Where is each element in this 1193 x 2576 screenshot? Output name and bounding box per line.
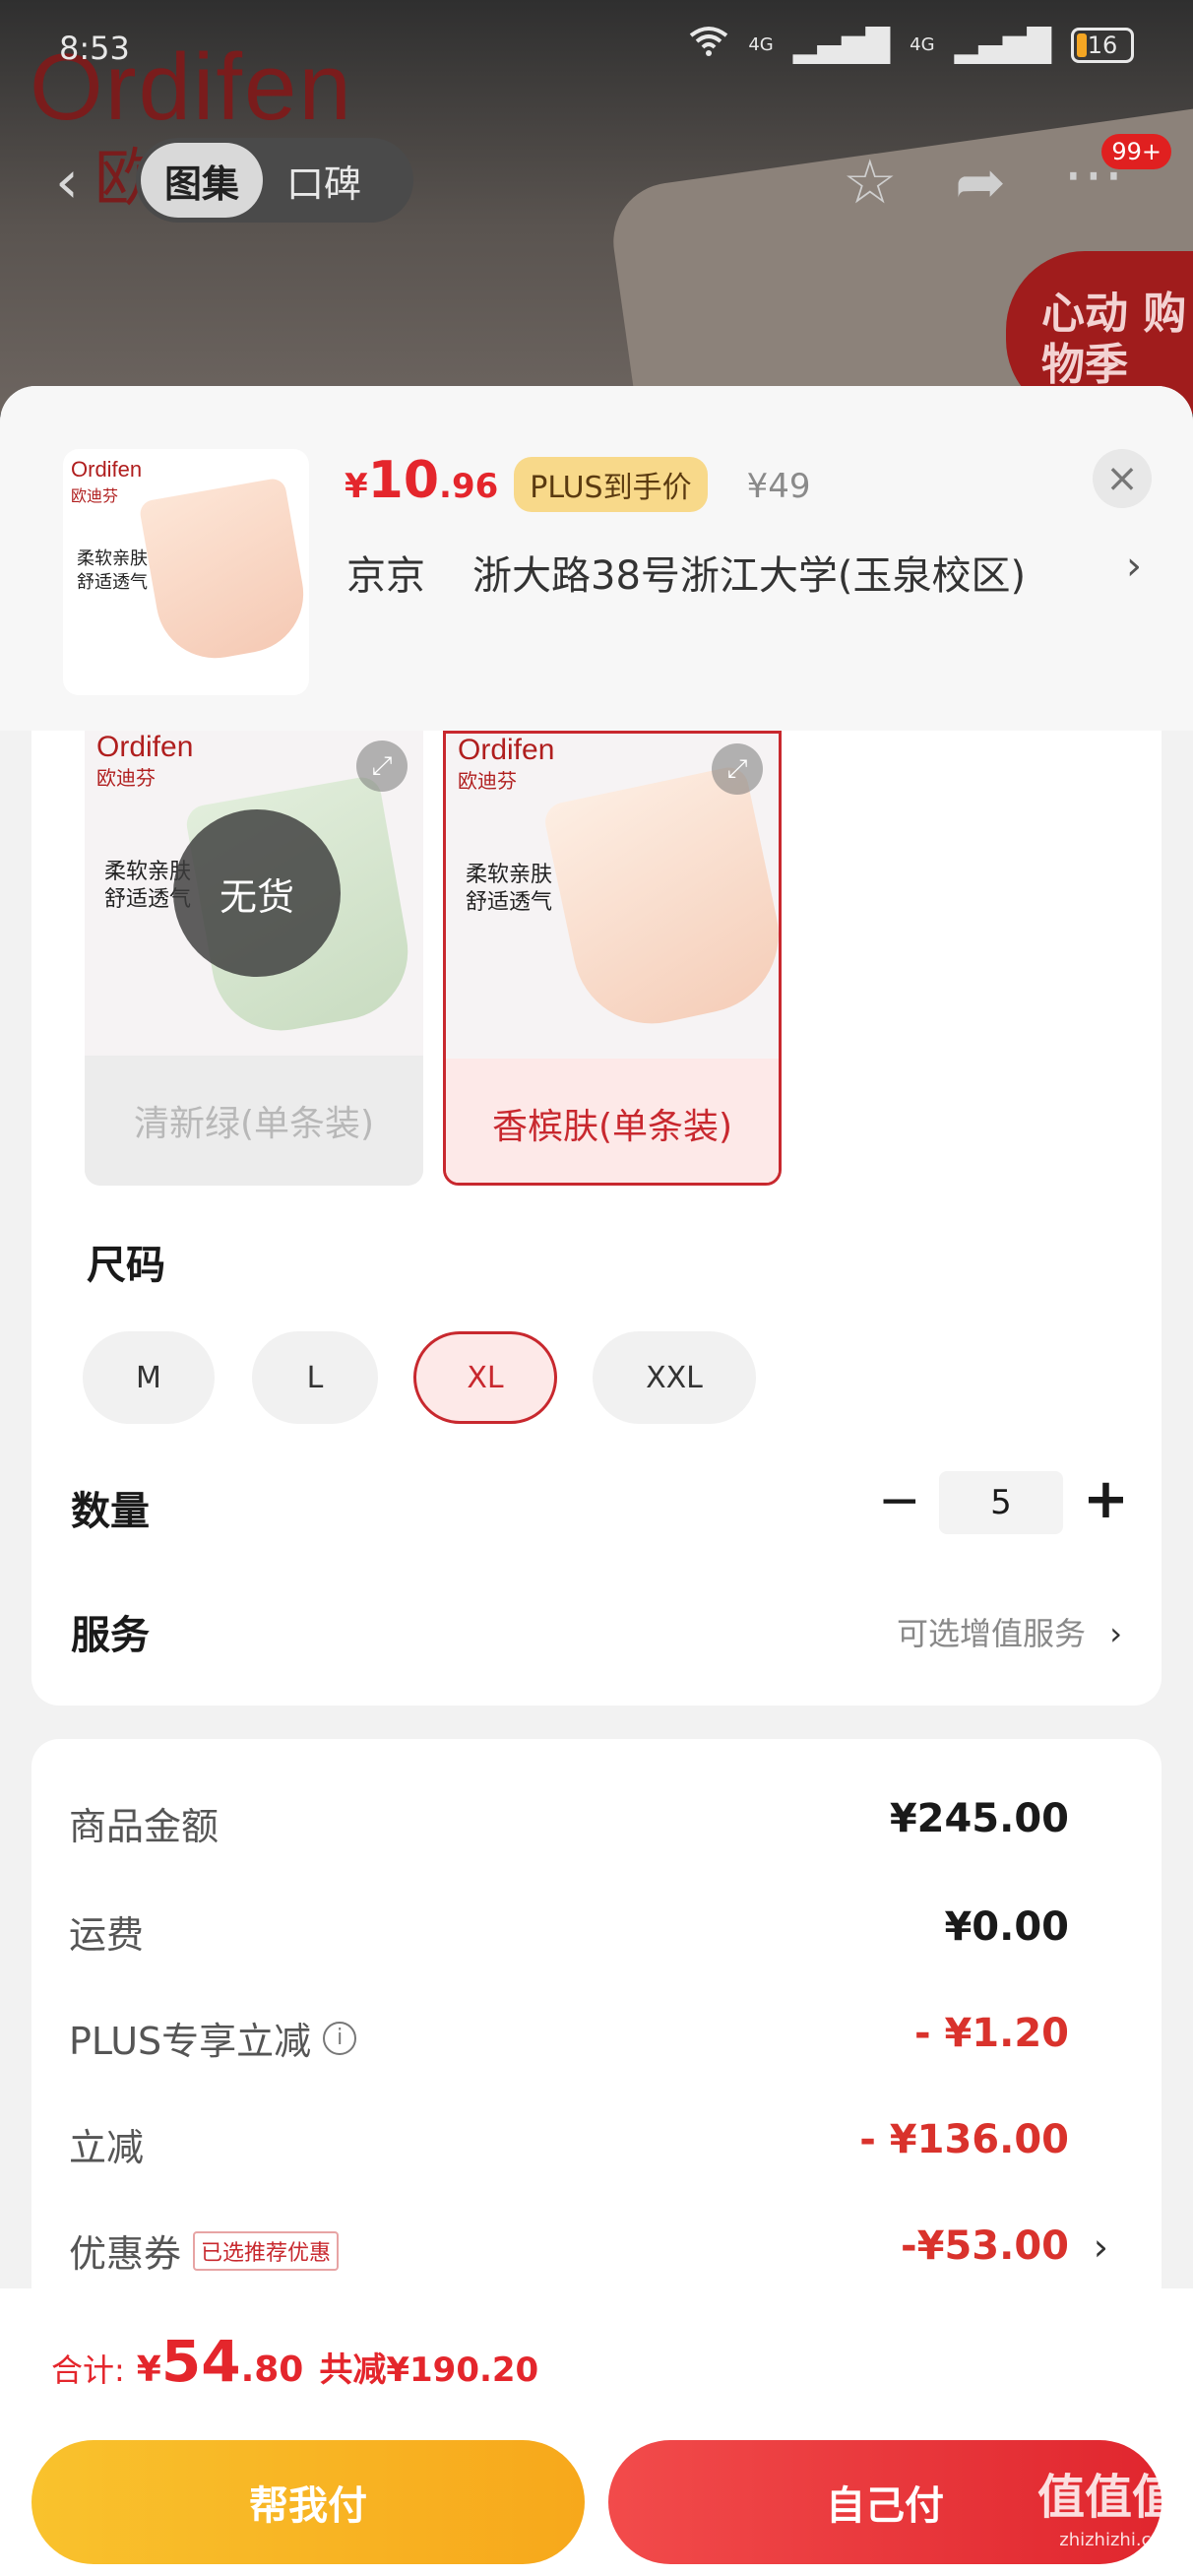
quantity-label: 数量 — [71, 1489, 150, 1534]
info-icon[interactable]: i — [323, 2021, 357, 2055]
original-price: ¥49 — [746, 467, 811, 506]
tile-brand-cn: 欧迪芬 — [96, 766, 156, 790]
price-currency: ¥ — [345, 467, 368, 506]
summary-value: ¥0.00 — [944, 1904, 1069, 1950]
delivery-address[interactable]: 京京 浙大路38号浙江大学(玉泉校区) › — [346, 544, 1142, 601]
color-option-image: Ordifen 欧迪芬 柔软亲肤 舒适透气 ⤢ — [446, 734, 779, 1059]
watermark-main: 值值值 — [1036, 2470, 1179, 2525]
summary-row-instant-discount: 立减 - ¥136.00 — [69, 2117, 1108, 2176]
watermark-logo: 值值值 zhizhizhi.com — [1037, 2474, 1179, 2562]
summary-label: 运费 — [69, 1913, 145, 1957]
quantity-input[interactable]: 5 — [939, 1471, 1063, 1534]
plus-price-tag: PLUS到手价 — [514, 457, 708, 512]
price-row: ¥10.96 PLUS到手价 ¥49 — [345, 451, 811, 512]
summary-row-coupon[interactable]: 优惠券 已选推荐优惠 -¥53.00 › — [69, 2223, 1108, 2283]
total-decimal: .80 — [240, 2350, 304, 2390]
color-option-champagne[interactable]: Ordifen 欧迪芬 柔软亲肤 舒适透气 ⤢ 香槟肤(单条装) — [443, 731, 782, 1186]
top-nav: ‹ 图集 口碑 ☆ ➦ ⋯ 99+ — [0, 134, 1193, 236]
signal-bars-icon: ▂▄▆█ — [792, 27, 891, 64]
size-options: M L XL XXL — [83, 1331, 870, 1424]
summary-label: 优惠券 已选推荐优惠 — [69, 2223, 340, 2278]
color-option-image: Ordifen 欧迪芬 柔软亲肤 舒适透气 ⤢ 无货 — [85, 731, 423, 1056]
tab-gallery[interactable]: 图集 — [141, 143, 264, 218]
color-option-label: 香槟肤(单条装) — [446, 1059, 779, 1183]
back-arrow-icon[interactable]: ‹ — [55, 148, 79, 217]
chevron-right-icon: › — [1093, 2225, 1108, 2269]
star-icon[interactable]: ☆ — [843, 146, 898, 218]
summary-label: PLUS专享立减 i — [69, 2011, 357, 2065]
thumb-product-image — [138, 477, 309, 668]
tile-brand-cn: 欧迪芬 — [458, 769, 517, 793]
thumb-brand-cn: 欧迪芬 — [71, 486, 119, 505]
coupon-tag: 已选推荐优惠 — [193, 2230, 340, 2271]
address-city: 京京 — [346, 553, 425, 599]
size-section-title: 尺码 — [87, 1243, 165, 1288]
summary-row-goods: 商品金额 ¥245.00 — [69, 1796, 1108, 1855]
total-label: 合计: — [51, 2351, 125, 2389]
sold-out-badge: 无货 — [173, 809, 341, 977]
checkout-footer: 合计: ¥ 54 .80 共减¥190.20 帮我付 自己付 值值值 zhizh… — [0, 2288, 1193, 2576]
size-option-l[interactable]: L — [252, 1331, 378, 1424]
share-icon[interactable]: ➦ — [955, 146, 1006, 218]
thumb-copy: 柔软亲肤 舒适透气 — [77, 548, 148, 593]
summary-label: 立减 — [69, 2126, 145, 2169]
tile-brand: Ordifen — [458, 734, 555, 766]
tile-copy: 柔软亲肤 舒适透气 — [466, 863, 553, 915]
close-icon[interactable]: × — [1093, 449, 1152, 508]
watermark-sub: zhizhizhi.com — [1059, 2530, 1179, 2550]
address-text: 浙大路38号浙江大学(玉泉校区) — [472, 553, 1027, 599]
options-card: Ordifen 欧迪芬 柔软亲肤 舒适透气 ⤢ 无货 清新绿(单条装) Ordi… — [31, 731, 1162, 1706]
quantity-minus-button[interactable]: − — [878, 1471, 921, 1530]
signal-2-label: 4G — [910, 34, 935, 55]
summary-row-shipping: 运费 ¥0.00 — [69, 1904, 1108, 1964]
price-integer: 10 — [367, 451, 440, 510]
status-bar: 8:53 4G ▂▄▆█ 4G ▂▄▆█ 16 — [0, 0, 1193, 98]
summary-label-text: PLUS专享立减 — [69, 2020, 312, 2063]
battery-level: 16 — [1087, 32, 1118, 59]
pay-for-me-button[interactable]: 帮我付 — [31, 2440, 585, 2564]
summary-label-text: 优惠券 — [69, 2232, 182, 2276]
status-indicators: 4G ▂▄▆█ 4G ▂▄▆█ 16 — [689, 26, 1134, 65]
total-currency: ¥ — [136, 2350, 161, 2390]
summary-label: 商品金额 — [69, 1805, 220, 1848]
color-option-green[interactable]: Ordifen 欧迪芬 柔软亲肤 舒适透气 ⤢ 无货 清新绿(单条装) — [85, 731, 423, 1186]
size-option-xxl[interactable]: XXL — [593, 1331, 756, 1424]
size-option-m[interactable]: M — [83, 1331, 215, 1424]
summary-value: - ¥136.00 — [859, 2117, 1069, 2162]
notification-badge: 99+ — [1101, 134, 1171, 169]
total-row: 合计: ¥ 54 .80 共减¥190.20 — [51, 2328, 538, 2395]
gallery-tabs: 图集 口碑 — [136, 138, 413, 223]
peach-garment-image — [541, 763, 779, 1039]
service-selector[interactable]: 可选增值服务 › — [897, 1609, 1122, 1654]
total-saved: 共减¥190.20 — [319, 2351, 539, 2390]
wifi-icon — [689, 26, 728, 65]
status-time: 8:53 — [59, 30, 130, 67]
quantity-plus-button[interactable]: + — [1083, 1467, 1129, 1531]
summary-value: - ¥1.20 — [913, 2011, 1069, 2056]
service-label: 服务 — [71, 1613, 150, 1658]
summary-row-plus-discount: PLUS专享立减 i - ¥1.20 — [69, 2011, 1108, 2070]
expand-icon[interactable]: ⤢ — [356, 741, 408, 792]
expand-icon[interactable]: ⤢ — [712, 743, 763, 795]
service-value: 可选增值服务 — [897, 1615, 1087, 1652]
tile-brand: Ordifen — [96, 731, 194, 763]
summary-value: ¥245.00 — [889, 1796, 1069, 1841]
price-decimal: .96 — [439, 467, 499, 506]
size-option-xl[interactable]: XL — [413, 1331, 557, 1424]
thumb-brand: Ordifen — [71, 457, 143, 482]
plus-price: ¥10.96 — [345, 451, 498, 510]
chevron-right-icon: › — [1126, 544, 1142, 589]
summary-value: -¥53.00 — [901, 2223, 1069, 2269]
sheet-header: Ordifen 欧迪芬 柔软亲肤 舒适透气 ¥10.96 PLUS到手价 ¥49… — [0, 386, 1193, 731]
chevron-right-icon: › — [1109, 1615, 1122, 1652]
signal-1-label: 4G — [748, 34, 774, 55]
sku-bottom-sheet: Ordifen 欧迪芬 柔软亲肤 舒适透气 ¥10.96 PLUS到手价 ¥49… — [0, 386, 1193, 2576]
signal-bars-icon-2: ▂▄▆█ — [954, 27, 1051, 64]
product-thumbnail[interactable]: Ordifen 欧迪芬 柔软亲肤 舒适透气 — [63, 449, 309, 695]
total-integer: 54 — [160, 2328, 241, 2395]
battery-icon: 16 — [1071, 28, 1134, 63]
color-option-label: 清新绿(单条装) — [85, 1056, 423, 1186]
tab-reviews[interactable]: 口碑 — [263, 143, 385, 218]
